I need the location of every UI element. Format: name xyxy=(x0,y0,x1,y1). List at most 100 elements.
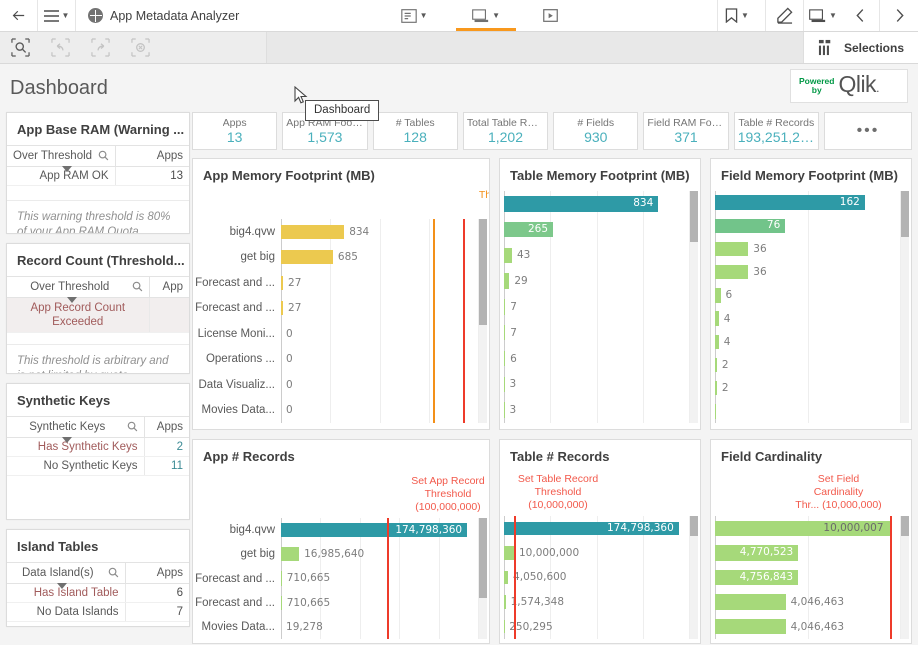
bar[interactable] xyxy=(715,381,717,395)
column-header-measure[interactable]: App xyxy=(149,277,189,298)
bar-row[interactable]: 265 xyxy=(504,222,689,237)
category-label[interactable]: Forecast and ... xyxy=(195,276,275,290)
bar[interactable] xyxy=(504,571,508,585)
bar[interactable] xyxy=(281,596,282,610)
bar-row[interactable]: 10,000,000 xyxy=(504,546,689,560)
bar[interactable]: 10,000,007 xyxy=(715,521,890,536)
storytelling-button[interactable] xyxy=(522,0,578,31)
bookmarks-button[interactable]: ▼ xyxy=(718,0,756,31)
bar-row[interactable]: 3 xyxy=(504,402,689,417)
bar[interactable]: 834 xyxy=(504,196,658,211)
bar[interactable] xyxy=(504,299,505,314)
bar-row[interactable]: 4,050,600 xyxy=(504,571,689,585)
bar-row[interactable]: 0 xyxy=(281,352,478,366)
bar-row[interactable] xyxy=(715,404,900,418)
bar[interactable] xyxy=(504,402,505,417)
bar[interactable]: 4,756,843 xyxy=(715,570,798,585)
next-sheet-button[interactable] xyxy=(880,0,918,31)
bar-row[interactable]: 2 xyxy=(715,358,900,372)
bar[interactable] xyxy=(504,325,505,340)
chart-app-memory-footprint[interactable]: App Memory Footprint (MB) Threshold (MB)… xyxy=(192,158,490,430)
bar-row[interactable]: 0 xyxy=(281,327,478,341)
bar[interactable]: 4,770,523 xyxy=(715,545,798,560)
bar-row[interactable]: 834 xyxy=(281,225,478,239)
bar-row[interactable]: 162 xyxy=(715,195,900,209)
cell-dimension[interactable]: App Record Count Exceeded xyxy=(7,298,149,333)
bar[interactable] xyxy=(504,273,509,288)
cell-dimension[interactable]: App RAM OK xyxy=(7,167,115,186)
kpi-field-ram-footprint[interactable]: Field RAM Footprin... 371 xyxy=(643,112,728,150)
more-options-button[interactable]: ••• xyxy=(824,112,912,150)
sheet-list-button[interactable]: ▼ xyxy=(378,0,450,31)
column-header-dimension[interactable]: Synthetic Keys xyxy=(7,417,144,438)
export-sheet-button[interactable]: ▼ xyxy=(804,0,842,31)
bar[interactable] xyxy=(504,546,514,560)
chart-field-memory-footprint[interactable]: Field Memory Footprint (MB) 162763636644… xyxy=(710,158,912,430)
bar-row[interactable]: 7 xyxy=(504,325,689,340)
bar-row[interactable]: 250,295 xyxy=(504,620,689,634)
bar[interactable] xyxy=(715,242,748,256)
bar[interactable] xyxy=(504,248,512,263)
cell-dimension[interactable]: No Data Islands xyxy=(7,603,125,622)
bar-row[interactable]: 4,046,463 xyxy=(715,594,900,609)
bar-row[interactable]: 685 xyxy=(281,250,478,264)
kpi-num-fields[interactable]: # Fields 930 xyxy=(553,112,638,150)
scrollbar-thumb[interactable] xyxy=(690,516,698,536)
bar-row[interactable]: 76 xyxy=(715,219,900,233)
category-label[interactable]: big4.qvw xyxy=(195,225,275,239)
cell-dimension[interactable]: Has Synthetic Keys xyxy=(7,438,144,457)
cell-dimension[interactable]: No Synthetic Keys xyxy=(7,457,144,476)
chart-app-num-records[interactable]: App # Records Set App Record Threshold (… xyxy=(192,439,490,644)
bar[interactable]: 76 xyxy=(715,219,785,233)
bar[interactable] xyxy=(715,335,719,349)
previous-sheet-button[interactable] xyxy=(842,0,880,31)
bar-row[interactable]: 4,046,463 xyxy=(715,619,900,634)
bar[interactable] xyxy=(715,311,719,325)
chart-field-cardinality[interactable]: Field Cardinality Set Field Cardinality … xyxy=(710,439,912,644)
bar[interactable]: 265 xyxy=(504,222,553,237)
bar[interactable] xyxy=(715,404,716,418)
vertical-scrollbar[interactable] xyxy=(901,191,909,423)
bar[interactable] xyxy=(504,377,505,392)
bar-row[interactable]: 10,000,007 xyxy=(715,521,900,536)
search-icon[interactable] xyxy=(132,281,143,292)
bar-row[interactable]: 6 xyxy=(715,288,900,302)
bar-row[interactable]: 4 xyxy=(715,311,900,325)
bar-row[interactable]: 27 xyxy=(281,276,478,290)
category-label[interactable]: Movies Data... xyxy=(195,620,275,634)
table-row[interactable]: Has Island Table 6 xyxy=(7,584,189,603)
bar[interactable] xyxy=(715,594,786,609)
search-icon[interactable] xyxy=(127,421,138,432)
bar-row[interactable]: 6 xyxy=(504,351,689,366)
kpi-total-table-ram-footprint[interactable]: Total Table RAM Fo... 1,202 xyxy=(463,112,548,150)
category-label[interactable]: big4.qvw xyxy=(195,523,275,537)
bar-row[interactable]: 29 xyxy=(504,273,689,288)
selections-panel-button[interactable]: Selections xyxy=(803,32,918,63)
column-header-measure[interactable]: Apps xyxy=(125,563,189,584)
bar[interactable] xyxy=(281,301,283,315)
kpi-apps[interactable]: Apps 13 xyxy=(192,112,277,150)
column-header-measure[interactable]: Apps xyxy=(115,146,189,167)
vertical-scrollbar[interactable] xyxy=(690,191,698,423)
bar-row[interactable]: 2 xyxy=(715,381,900,395)
bar[interactable] xyxy=(715,619,786,634)
table-row[interactable]: App RAM OK 13 xyxy=(7,167,189,186)
clear-all-selections-icon[interactable] xyxy=(120,38,160,57)
step-forward-icon[interactable] xyxy=(80,38,120,57)
bar-row[interactable]: 7 xyxy=(504,299,689,314)
bar-row[interactable]: 19,278 xyxy=(281,620,478,634)
table-row[interactable]: Has Synthetic Keys 2 xyxy=(7,438,189,457)
bar[interactable] xyxy=(504,351,505,366)
category-label[interactable]: Movies Data... xyxy=(195,403,275,417)
bar[interactable] xyxy=(281,225,344,239)
navigation-menu-button[interactable]: ▼ xyxy=(38,0,76,31)
bar[interactable] xyxy=(715,288,721,302)
bar-row[interactable]: 0 xyxy=(281,403,478,417)
sheet-view-button[interactable]: ▼ xyxy=(450,0,522,31)
bar[interactable] xyxy=(504,595,506,609)
selection-search-icon[interactable] xyxy=(0,38,40,57)
bar-row[interactable]: 36 xyxy=(715,265,900,279)
bar[interactable] xyxy=(281,571,282,585)
table-row[interactable]: App Record Count Exceeded xyxy=(7,298,189,333)
category-label[interactable]: Operations ... xyxy=(195,352,275,366)
